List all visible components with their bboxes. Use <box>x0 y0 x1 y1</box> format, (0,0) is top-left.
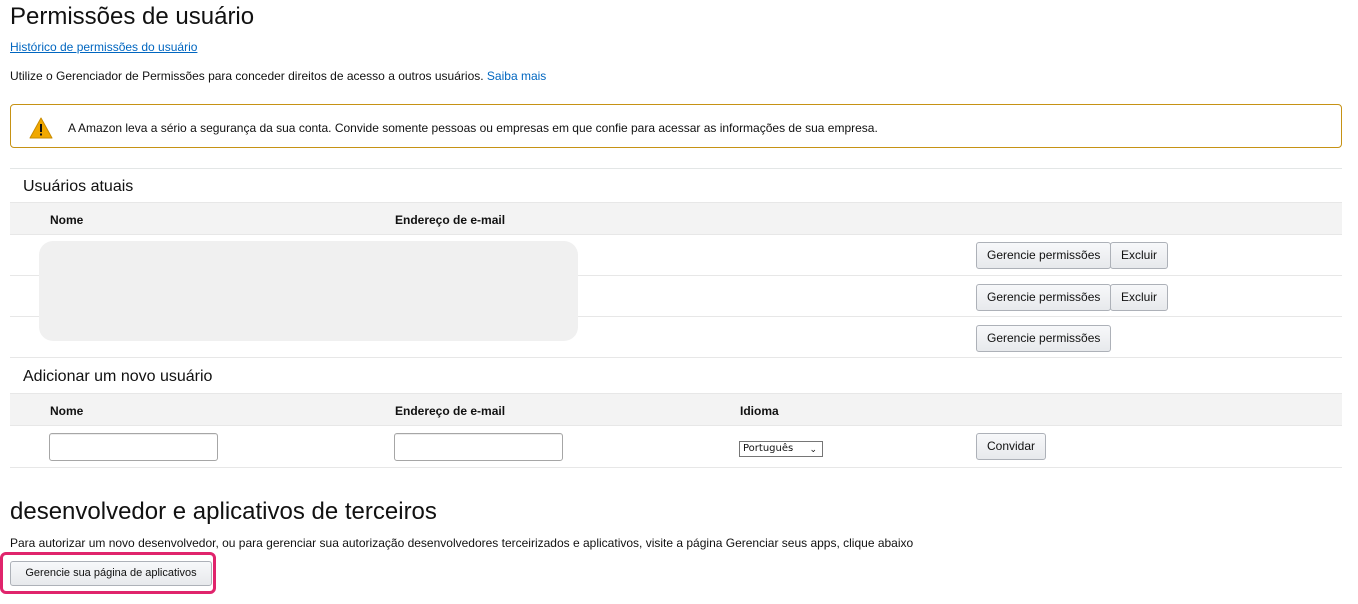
section-divider <box>10 168 1342 169</box>
column-header-email: Endereço de e-mail <box>395 213 506 227</box>
chevron-down-icon: ⌄ <box>809 445 817 455</box>
language-select[interactable]: Português ⌄ <box>739 441 823 457</box>
redacted-user-info <box>39 241 578 341</box>
manage-apps-button[interactable]: Gerencie sua página de aplicativos <box>10 561 212 586</box>
security-alert: A Amazon leva a sério a segurança da sua… <box>10 104 1342 148</box>
add-user-header: Nome Endereço de e-mail Idioma <box>10 393 1342 426</box>
manage-permissions-button[interactable]: Gerencie permissões <box>976 325 1112 352</box>
manage-permissions-button[interactable]: Gerencie permissões <box>976 242 1112 269</box>
delete-user-button[interactable]: Excluir <box>1110 242 1169 269</box>
current-users-heading: Usuários atuais <box>23 178 134 195</box>
column-header-language: Idioma <box>740 404 779 418</box>
language-selected-value: Português <box>743 443 794 454</box>
add-user-heading: Adicionar um novo usuário <box>23 368 213 385</box>
column-header-name: Nome <box>50 404 84 418</box>
learn-more-link[interactable]: Saiba mais <box>487 69 546 83</box>
delete-user-button[interactable]: Excluir <box>1110 284 1169 311</box>
intro-description: Utilize o Gerenciador de Permissões para… <box>10 69 484 83</box>
manage-permissions-button[interactable]: Gerencie permissões <box>976 284 1112 311</box>
current-users-header: Nome Endereço de e-mail <box>10 202 1342 235</box>
alert-message: A Amazon leva a sério a segurança da sua… <box>68 121 878 135</box>
column-header-name: Nome <box>50 213 84 227</box>
page-title: Permissões de usuário <box>10 3 255 30</box>
intro-text: Utilize o Gerenciador de Permissões para… <box>10 69 546 83</box>
warning-icon <box>29 117 53 139</box>
new-user-email-input[interactable] <box>394 433 563 461</box>
invite-button[interactable]: Convidar <box>976 433 1047 460</box>
new-user-name-input[interactable] <box>49 433 218 461</box>
developer-section-title: desenvolvedor e aplicativos de terceiros <box>10 498 437 525</box>
permission-history-link[interactable]: Histórico de permissões do usuário <box>10 40 197 54</box>
developer-description: Para autorizar um novo desenvolvedor, ou… <box>10 536 914 550</box>
column-header-email: Endereço de e-mail <box>395 404 506 418</box>
